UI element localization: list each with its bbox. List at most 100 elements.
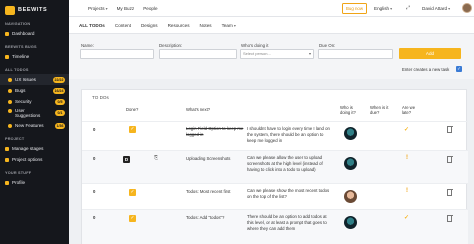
sidebar-item-ux-issues[interactable]: UX Issues 22/22 [0, 74, 69, 85]
sidebar-item-label: Manage stages [12, 146, 44, 151]
feature-icon [8, 123, 12, 128]
issue-type-icon: D [123, 156, 130, 163]
table-row[interactable]: 0 ✓ Todos: Add "todos"? There should be … [82, 209, 468, 244]
count-badge: 16/24 [53, 87, 65, 94]
project-tabs: ALL TODOs Content Designs Resources Note… [69, 17, 474, 34]
due-label: Due On: [319, 43, 336, 48]
tab-team[interactable]: Team [222, 23, 236, 28]
todo-title[interactable]: Todos: Most recent first [186, 189, 248, 195]
sidebar-item-label: New Features [15, 123, 44, 128]
todo-title[interactable]: Login Field Option to keep me logged in [186, 126, 248, 138]
delete-icon[interactable] [446, 155, 453, 163]
assignee-avatar [344, 190, 357, 203]
on-time-icon: ✓ [404, 127, 410, 133]
ux-icon [8, 77, 12, 82]
todo-description: There should be an option to add todos a… [247, 214, 327, 231]
header-done: Done? [126, 107, 139, 112]
bug-icon [8, 88, 12, 93]
sidebar-item-bugs[interactable]: Bugs 16/24 [0, 85, 69, 96]
count-badge: 1/36 [55, 122, 65, 129]
stages-icon [5, 146, 9, 151]
sidebar-item-profile[interactable]: Profile [0, 177, 69, 188]
sidebar-item-label: Bugs [15, 88, 26, 93]
top-bar: Projects My Buzz People Bug now English … [69, 0, 474, 17]
due-date-input[interactable] [318, 49, 393, 59]
section-all-todos-title: ALL TODOS [5, 68, 29, 72]
new-task-form: Name: Description: Who's doing it Select… [69, 34, 474, 79]
name-input[interactable] [80, 49, 154, 59]
sidebar: BEEWITS NAVIGATION Dashboard BEEWITS BUG… [0, 0, 69, 244]
assignee-avatar [344, 216, 357, 229]
tab-content[interactable]: Content [115, 23, 131, 28]
row-number: 0 [93, 156, 96, 161]
sidebar-item-security[interactable]: Security 0/5 [0, 96, 69, 107]
section-project-title: PROJECT [5, 137, 25, 141]
name-label: Name: [81, 43, 94, 48]
section-navigation-title: NAVIGATION [5, 22, 31, 26]
delete-icon[interactable] [446, 125, 453, 133]
count-badge: 22/22 [53, 76, 65, 83]
tab-notes[interactable]: Notes [200, 23, 212, 28]
assignee-avatar [344, 127, 357, 140]
enter-creates-checkbox[interactable]: ✓ [456, 66, 462, 72]
language-select[interactable]: English [374, 0, 392, 17]
card-title: TO DOs [92, 95, 109, 100]
sidebar-item-label: User Suggestions [15, 108, 41, 118]
assignee-avatar [344, 157, 357, 170]
attachment-icon[interactable]: ⎘ [154, 155, 158, 161]
bug-now-button[interactable]: Bug now [342, 3, 367, 14]
sidebar-item-label: Security [15, 99, 32, 104]
nav-people[interactable]: People [143, 6, 157, 11]
tab-all-todos[interactable]: ALL TODOs [79, 23, 105, 28]
sidebar-item-new-features[interactable]: New Features 1/36 [0, 120, 69, 131]
timeline-icon [5, 54, 9, 59]
todo-title[interactable]: Todos: Add "todos"? [186, 215, 248, 221]
tab-designs[interactable]: Designs [141, 23, 158, 28]
sidebar-item-dashboard[interactable]: Dashboard [0, 28, 69, 39]
logo-text: BEEWITS [18, 7, 48, 13]
delete-icon[interactable] [446, 188, 453, 196]
todo-description: Can we please show the most recent todos… [247, 188, 330, 199]
user-menu[interactable]: David Attard [422, 0, 450, 17]
section-your-stuff-title: YOUR STUFF [5, 171, 32, 175]
security-icon [8, 99, 12, 104]
done-checkbox[interactable]: ✓ [129, 189, 136, 196]
done-checkbox[interactable]: ✓ [129, 215, 136, 222]
sidebar-item-label: Project options [12, 157, 43, 162]
header-late: Are we late? [402, 105, 416, 115]
header-whats-next: What's next? [186, 107, 211, 112]
sidebar-item-manage-stages[interactable]: Manage stages [0, 143, 69, 154]
who-label: Who's doing it [241, 43, 269, 48]
sidebar-item-label: Timeline [12, 54, 30, 59]
todo-title[interactable]: Uploading Screenshots [186, 156, 248, 162]
done-checkbox[interactable]: ✓ [129, 126, 136, 133]
avatar[interactable] [462, 3, 472, 13]
top-nav: Projects My Buzz People [88, 0, 158, 17]
add-button[interactable]: Add [399, 48, 461, 59]
delete-icon[interactable] [446, 214, 453, 222]
table-row[interactable]: 0 D ⎘ Uploading Screenshots Can we pleas… [82, 150, 468, 183]
todo-description: I shouldnt have to login every time I la… [247, 126, 330, 143]
profile-icon [5, 180, 9, 185]
options-icon [5, 157, 9, 162]
late-warning-icon: ! [406, 155, 408, 161]
table-row[interactable]: 0 ✓ Login Field Option to keep me logged… [82, 121, 468, 150]
sidebar-item-label: Profile [12, 180, 26, 185]
nav-projects[interactable]: Projects [88, 6, 108, 11]
row-number: 0 [93, 215, 96, 220]
app-root: BEEWITS NAVIGATION Dashboard BEEWITS BUG… [0, 0, 474, 244]
table-row[interactable]: 0 ✓ Todos: Most recent first Can we plea… [82, 183, 468, 209]
sidebar-item-project-options[interactable]: Project options [0, 154, 69, 165]
expand-icon[interactable]: ⤢ [406, 5, 410, 11]
sidebar-item-user-suggestions[interactable]: User Suggestions 0/1 [0, 107, 69, 120]
who-select[interactable]: Select person... [240, 49, 314, 59]
nav-my-buzz[interactable]: My Buzz [117, 6, 135, 11]
suggestion-icon [8, 109, 12, 113]
section-beewits-bugs-title: BEEWITS BUGS [5, 45, 37, 49]
header-who: Who is doing it? [340, 105, 356, 115]
sidebar-item-timeline[interactable]: Timeline [0, 51, 69, 62]
tab-resources[interactable]: Resources [168, 23, 190, 28]
description-input[interactable] [159, 49, 237, 59]
row-number: 0 [93, 127, 96, 132]
logo[interactable]: BEEWITS [0, 0, 69, 20]
